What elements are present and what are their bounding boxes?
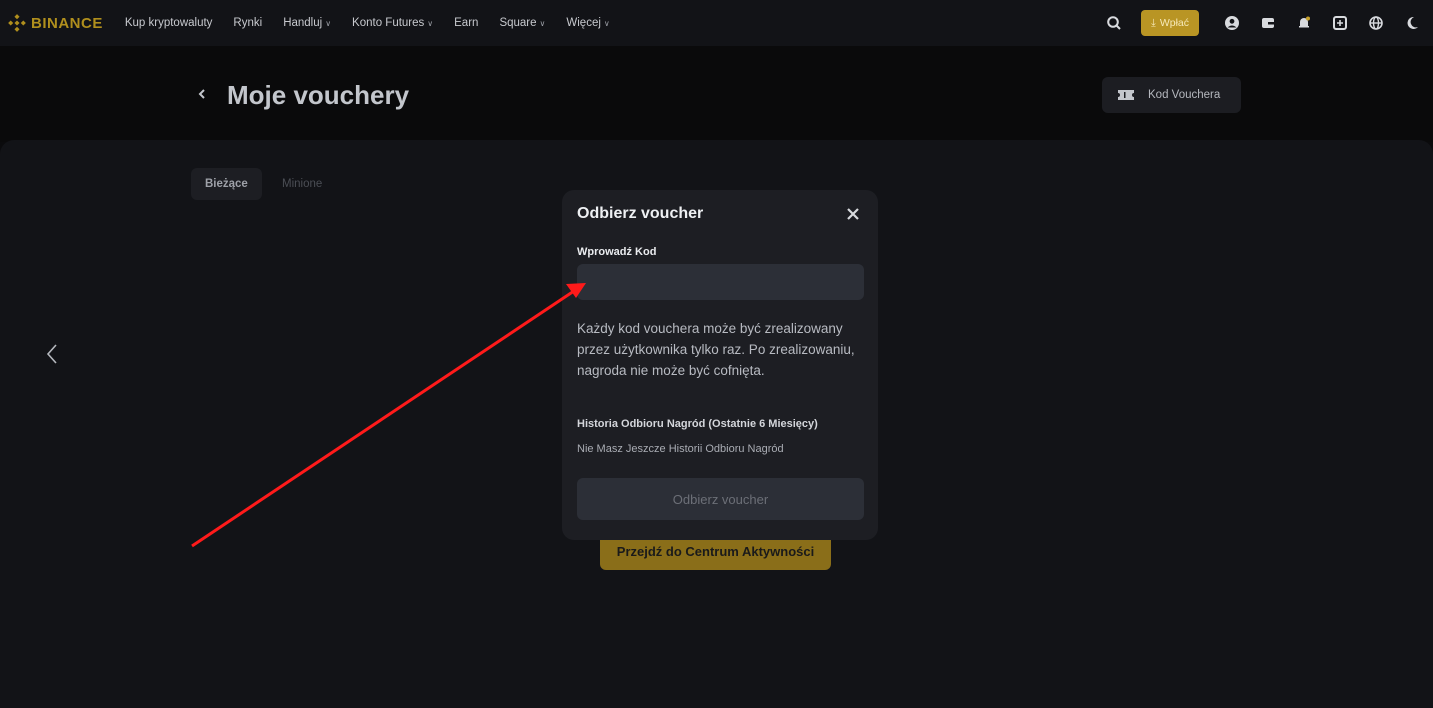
history-empty-text: Nie Masz Jeszcze Historii Odbioru Nagród xyxy=(577,443,784,455)
wallet-icon[interactable] xyxy=(1259,14,1277,32)
search-icon[interactable] xyxy=(1105,14,1123,32)
nav-item-buy-crypto[interactable]: Kup kryptowaluty xyxy=(125,17,213,29)
chevron-down-icon: ∨ xyxy=(427,18,434,28)
nav-actions: ⤓ Wpłać xyxy=(1105,0,1421,46)
chevron-down-icon: ∨ xyxy=(539,18,546,28)
voucher-info-text: Każdy kod vouchera może być zrealizowany… xyxy=(577,321,855,378)
redeem-voucher-modal: Odbierz voucher Wprowadź Kod Każdy kod v… xyxy=(562,190,878,540)
deposit-button[interactable]: ⤓ Wpłać xyxy=(1141,10,1199,36)
voucher-code-button[interactable]: Kod Vouchera xyxy=(1102,77,1241,113)
chevron-down-icon: ∨ xyxy=(603,18,610,28)
binance-logo-icon xyxy=(8,14,26,32)
binance-logo[interactable]: BINANCE xyxy=(8,14,103,32)
nav-item-label: Rynki xyxy=(233,17,263,29)
chevron-down-icon: ∨ xyxy=(325,18,332,28)
modal-title: Odbierz voucher xyxy=(577,205,704,222)
voucher-code-label: Kod Vouchera xyxy=(1148,89,1221,101)
nav-item-more[interactable]: Więcej ∨ xyxy=(566,17,609,29)
globe-icon[interactable] xyxy=(1367,14,1385,32)
redeem-voucher-button[interactable]: Odbierz voucher xyxy=(577,478,864,520)
nav-item-futures[interactable]: Konto Futures ∨ xyxy=(352,17,433,29)
carousel-prev-icon[interactable] xyxy=(45,343,59,365)
moon-icon[interactable] xyxy=(1403,14,1421,32)
ticket-icon xyxy=(1118,90,1134,100)
top-nav: BINANCE Kup kryptowaluty Rynki Handluj ∨ … xyxy=(0,0,1433,46)
user-icon[interactable] xyxy=(1223,14,1241,32)
tab-current[interactable]: Bieżące xyxy=(191,168,262,200)
nav-item-label: Earn xyxy=(454,17,479,29)
nav-item-label: Handluj xyxy=(283,17,323,29)
brand-name: BINANCE xyxy=(31,14,103,32)
close-icon[interactable] xyxy=(844,205,862,223)
nav-item-label: Więcej xyxy=(566,17,601,29)
voucher-code-input[interactable] xyxy=(577,264,864,300)
back-chevron-icon[interactable] xyxy=(196,86,208,102)
bell-icon[interactable] xyxy=(1295,14,1313,32)
nav-item-trade[interactable]: Handluj ∨ xyxy=(283,17,331,29)
history-title: Historia Odbioru Nagród (Ostatnie 6 Mies… xyxy=(577,418,818,430)
page-title: Moje vouchery xyxy=(227,80,410,110)
nav-item-markets[interactable]: Rynki xyxy=(233,17,262,29)
tab-past[interactable]: Minione xyxy=(268,168,336,200)
download-icon: ⤓ xyxy=(1151,16,1156,29)
nav-item-square[interactable]: Square ∨ xyxy=(499,17,545,29)
nav-item-label: Square xyxy=(499,17,537,29)
code-field-label: Wprowadź Kod xyxy=(577,246,657,258)
nav-item-label: Konto Futures xyxy=(352,17,425,29)
nav-item-earn[interactable]: Earn xyxy=(454,17,478,29)
nav-item-label: Kup kryptowaluty xyxy=(124,17,213,29)
deposit-label: Wpłać xyxy=(1159,17,1189,29)
qr-download-icon[interactable] xyxy=(1331,14,1349,32)
